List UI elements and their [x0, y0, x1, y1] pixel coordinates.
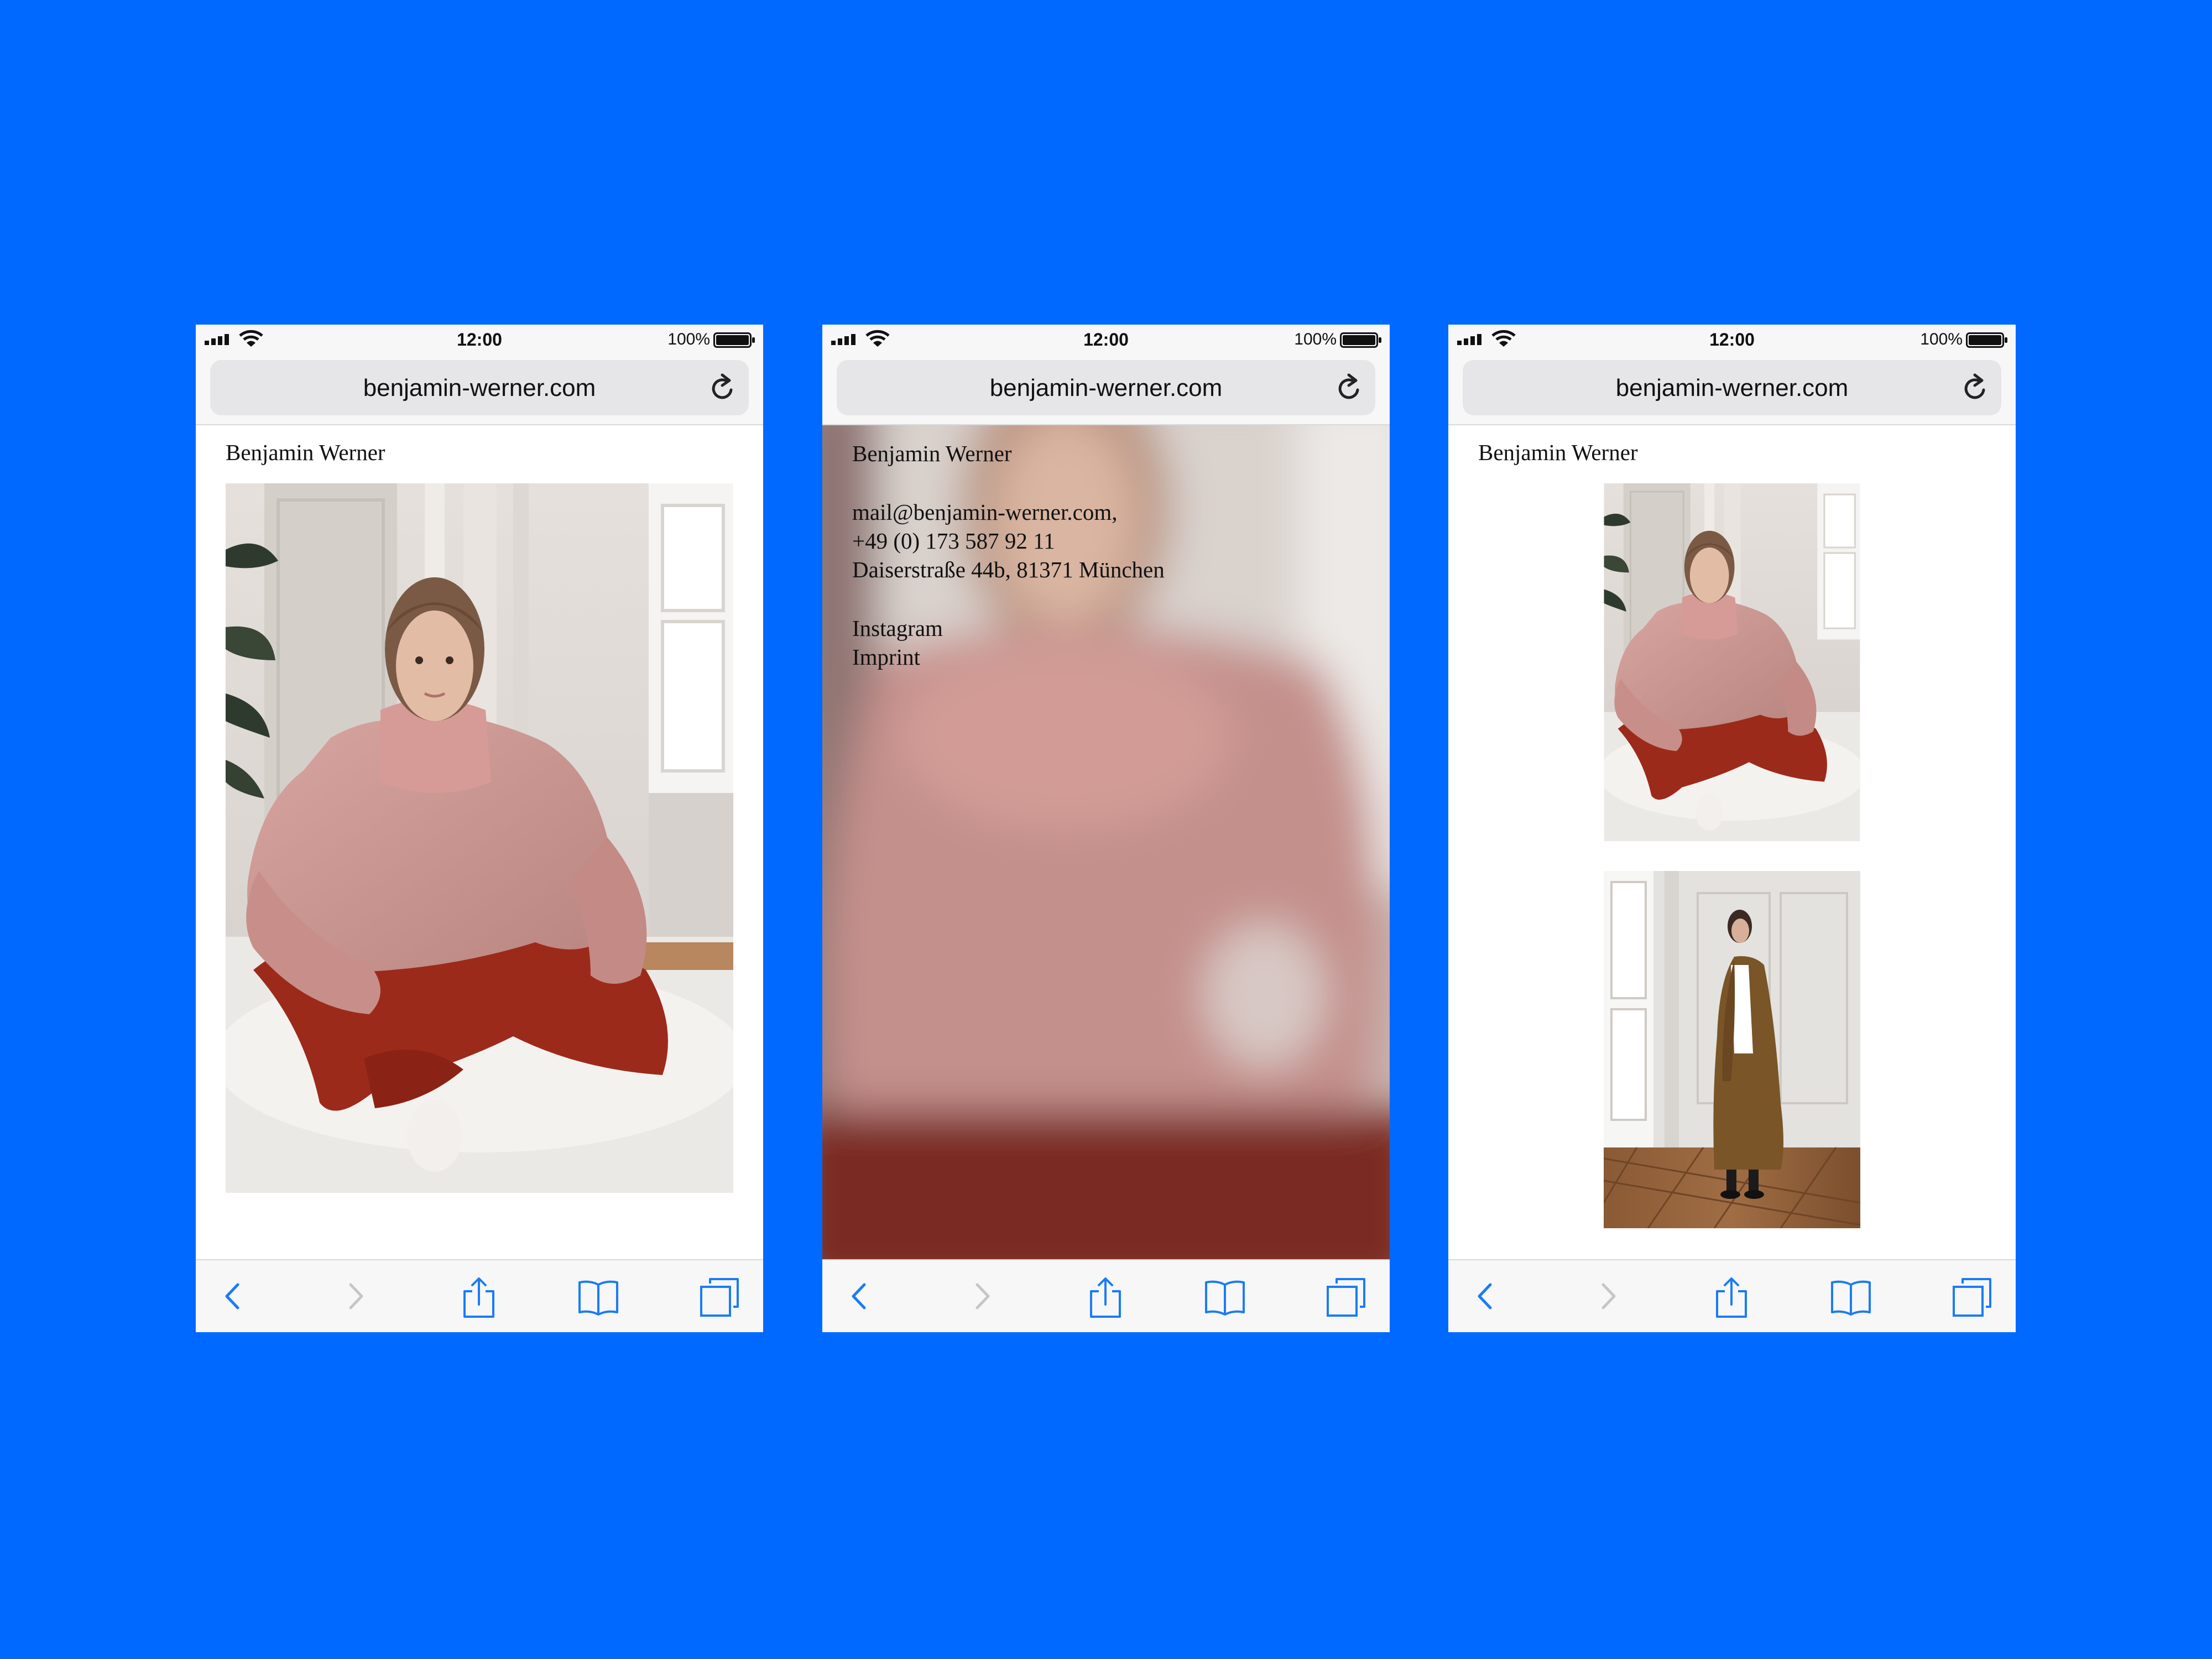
browser-toolbar: [1448, 1259, 2016, 1332]
book-icon[interactable]: [1203, 1276, 1247, 1320]
contact-address: Daiserstraße 44b, 81371 München: [852, 557, 1165, 582]
contact-email[interactable]: mail@benjamin-werner.com,: [852, 498, 1165, 526]
battery-percentage: 100%: [1920, 330, 1963, 348]
battery-icon: [1966, 332, 2007, 348]
share-icon[interactable]: [1709, 1276, 1754, 1320]
page-content: Benjamin Werner mail@benjamin-werner.com…: [822, 425, 1390, 1259]
phone-screen-gallery: 12:00 100% benjamin-werner.com Benjamin …: [1448, 325, 2016, 1332]
address-bar: benjamin-werner.com: [196, 353, 763, 425]
chevron-right-icon: [349, 1283, 363, 1310]
site-title[interactable]: Benjamin Werner: [1478, 439, 1638, 466]
phone-screen-home: 12:00 100% benjamin-werner.com Benjamin …: [196, 325, 763, 1332]
tabs-icon[interactable]: [1324, 1276, 1369, 1320]
battery-percentage: 100%: [1294, 330, 1337, 348]
thumbnail-pink-sweater[interactable]: [1604, 483, 1860, 841]
contact-phone[interactable]: +49 (0) 173 587 92 11: [852, 526, 1165, 555]
url-field[interactable]: benjamin-werner.com: [1463, 360, 2001, 415]
chevron-left-icon[interactable]: [1468, 1276, 1499, 1317]
thumbnail-brown-coat[interactable]: [1604, 871, 1860, 1228]
phone-screen-menu: 12:00 100% benjamin-werner.com Benjamin …: [822, 325, 1390, 1332]
status-bar: 12:00 100%: [196, 325, 763, 353]
status-bar: 12:00 100%: [1448, 325, 2016, 353]
contact-menu: Benjamin Werner mail@benjamin-werner.com…: [852, 439, 1165, 671]
site-title[interactable]: Benjamin Werner: [226, 439, 385, 466]
tabs-icon[interactable]: [1950, 1276, 1995, 1320]
book-icon[interactable]: [1829, 1276, 1873, 1320]
battery-icon: [1340, 332, 1381, 348]
url-text: benjamin-werner.com: [363, 374, 596, 401]
share-icon[interactable]: [457, 1276, 501, 1320]
url-field[interactable]: benjamin-werner.com: [210, 360, 749, 415]
chevron-right-icon: [1601, 1283, 1616, 1310]
chevron-left-icon[interactable]: [842, 1276, 873, 1317]
instagram-link[interactable]: Instagram: [852, 614, 1165, 643]
reload-icon[interactable]: [1335, 373, 1363, 402]
page-content: Benjamin Werner: [1448, 425, 2016, 1259]
photo-pink-sweater[interactable]: [226, 483, 733, 1193]
imprint-link[interactable]: Imprint: [852, 643, 1165, 671]
chevron-right-icon: [975, 1283, 990, 1310]
book-icon[interactable]: [576, 1276, 620, 1320]
site-title[interactable]: Benjamin Werner: [852, 439, 1165, 468]
status-bar: 12:00 100%: [822, 325, 1390, 353]
chevron-left-icon[interactable]: [216, 1276, 247, 1317]
url-text: benjamin-werner.com: [1615, 374, 1849, 401]
battery-percentage: 100%: [667, 330, 710, 348]
reload-icon[interactable]: [709, 373, 737, 402]
browser-toolbar: [196, 1259, 763, 1332]
reload-icon[interactable]: [1961, 373, 1989, 402]
address-bar: benjamin-werner.com: [1448, 353, 2016, 425]
battery-icon: [713, 332, 755, 348]
url-field[interactable]: benjamin-werner.com: [837, 360, 1375, 415]
page-content: Benjamin Werner: [196, 425, 763, 1259]
tabs-icon[interactable]: [698, 1276, 742, 1320]
address-bar: benjamin-werner.com: [822, 353, 1390, 425]
url-text: benjamin-werner.com: [989, 374, 1223, 401]
share-icon[interactable]: [1083, 1276, 1128, 1320]
browser-toolbar: [822, 1259, 1390, 1332]
